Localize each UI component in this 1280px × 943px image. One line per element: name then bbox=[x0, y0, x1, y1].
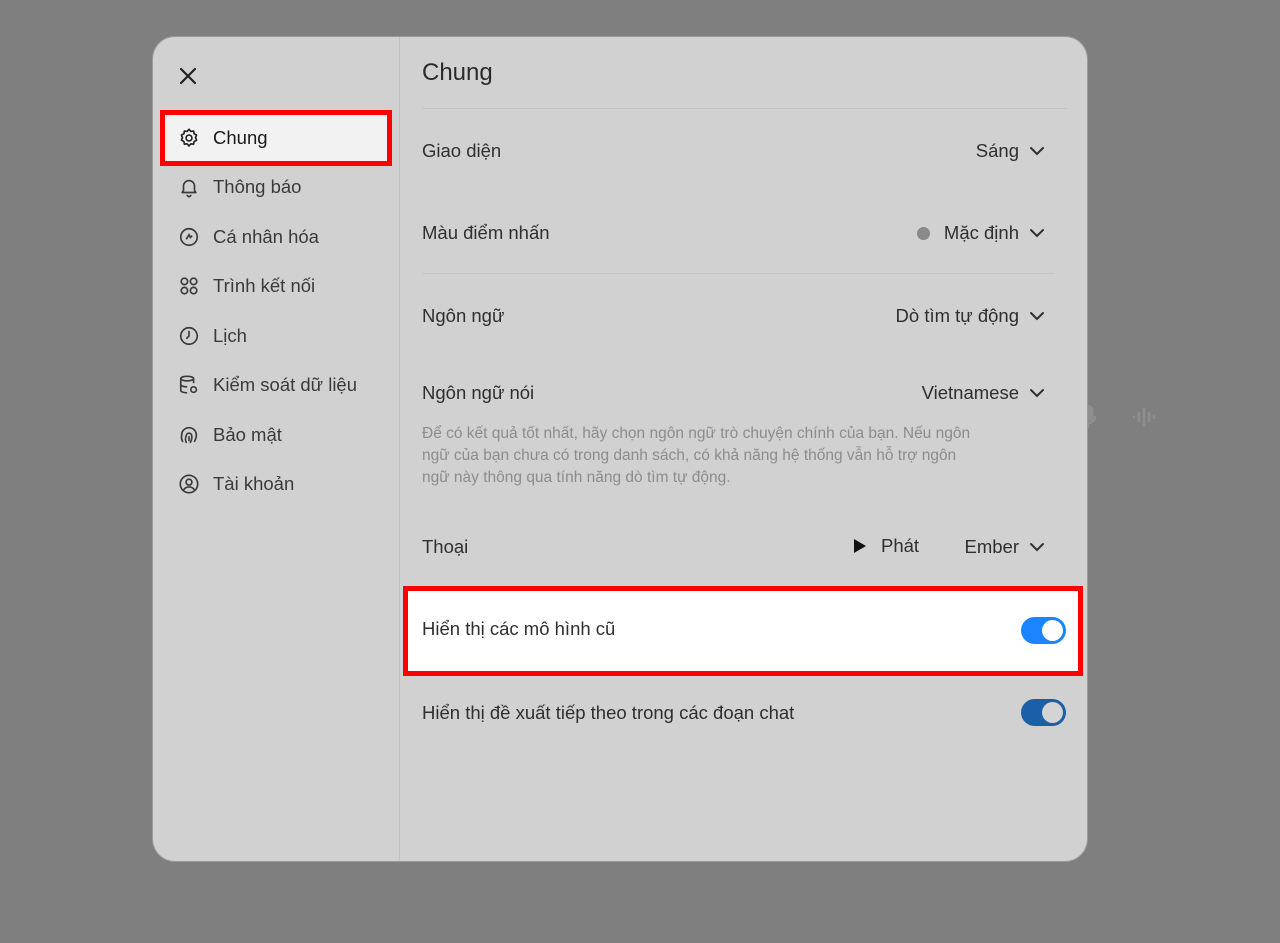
divider bbox=[422, 108, 1067, 109]
page-title: Chung bbox=[422, 59, 493, 86]
bell-icon bbox=[177, 175, 201, 199]
follow-up-toggle[interactable] bbox=[1021, 699, 1066, 726]
spoken-language-helper: Để có kết quả tốt nhất, hãy chọn ngôn ng… bbox=[422, 425, 971, 486]
sidebar-item-chung[interactable]: Chung bbox=[160, 110, 392, 166]
database-icon bbox=[177, 373, 201, 397]
settings-content: Chung Giao diện Sáng Màu điểm nhấn Mặc đ… bbox=[401, 37, 1087, 861]
legacy-models-label: Hiển thị các mô hình cũ bbox=[422, 618, 616, 639]
divider bbox=[422, 273, 1054, 274]
sidebar-item-trinh-ket-noi[interactable]: Trình kết nối bbox=[163, 262, 391, 312]
language-dropdown[interactable]: Dò tìm tự động bbox=[896, 305, 1045, 327]
gear-icon bbox=[177, 126, 201, 150]
fingerprint-icon bbox=[177, 423, 201, 447]
sidebar-item-label: Lịch bbox=[213, 324, 247, 346]
theme-dropdown[interactable]: Sáng bbox=[976, 140, 1045, 162]
voice-dropdown[interactable]: Ember bbox=[965, 536, 1046, 558]
close-icon bbox=[179, 67, 197, 85]
sidebar-item-label: Kiểm soát dữ liệu bbox=[213, 374, 358, 396]
user-circle-icon bbox=[177, 472, 201, 496]
chevron-down-icon bbox=[1029, 385, 1045, 401]
sidebar-item-label: Chung bbox=[213, 126, 268, 148]
voice-label: Thoại bbox=[422, 536, 469, 557]
settings-nav: Chung Thông báo Cá nhân hóa Trình kết nố… bbox=[160, 110, 392, 510]
sidebar-item-label: Trình kết nối bbox=[213, 275, 316, 297]
play-icon bbox=[854, 539, 866, 553]
waveform-icon bbox=[1127, 400, 1163, 434]
clock-icon bbox=[177, 324, 201, 348]
toggle-knob bbox=[1042, 702, 1063, 723]
spoken-language-value: Vietnamese bbox=[921, 382, 1019, 403]
spoken-language-label: Ngôn ngữ nói bbox=[422, 382, 535, 403]
connectors-icon bbox=[177, 274, 201, 298]
chevron-down-icon bbox=[1029, 225, 1045, 241]
voice-value: Ember bbox=[964, 536, 1020, 557]
play-voice-button[interactable]: Phát bbox=[853, 535, 919, 557]
follow-up-label: Hiển thị đề xuất tiếp theo trong các đoạ… bbox=[422, 702, 795, 723]
sidebar-item-lich[interactable]: Lịch bbox=[163, 311, 391, 361]
spoken-language-dropdown[interactable]: Vietnamese bbox=[922, 382, 1045, 404]
sidebar-item-label: Thông báo bbox=[213, 176, 302, 198]
sidebar-item-bao-mat[interactable]: Bảo mật bbox=[163, 410, 391, 460]
legacy-models-row: Hiển thị các mô hình cũ bbox=[403, 586, 1083, 676]
theme-value: Sáng bbox=[975, 140, 1019, 161]
chevron-down-icon bbox=[1029, 539, 1045, 555]
settings-dialog: Chung Thông báo Cá nhân hóa Trình kết nố… bbox=[153, 37, 1087, 861]
chevron-down-icon bbox=[1029, 143, 1045, 159]
sidebar-item-label: Bảo mật bbox=[213, 423, 282, 445]
personalize-icon bbox=[177, 225, 201, 249]
theme-label: Giao diện bbox=[422, 140, 502, 161]
sidebar-item-tai-khoan[interactable]: Tài khoản bbox=[163, 460, 391, 510]
legacy-models-toggle[interactable] bbox=[1021, 617, 1066, 644]
sidebar-item-ca-nhan-hoa[interactable]: Cá nhân hóa bbox=[163, 212, 391, 262]
close-button[interactable] bbox=[175, 63, 201, 89]
sidebar-item-label: Cá nhân hóa bbox=[213, 225, 319, 247]
sidebar-item-kiem-soat-du-lieu[interactable]: Kiểm soát dữ liệu bbox=[163, 361, 391, 411]
language-label: Ngôn ngữ bbox=[422, 305, 505, 326]
sidebar-item-thong-bao[interactable]: Thông báo bbox=[163, 163, 391, 213]
settings-sidebar: Chung Thông báo Cá nhân hóa Trình kết nố… bbox=[153, 37, 400, 861]
language-value: Dò tìm tự động bbox=[895, 305, 1019, 326]
accent-value: Mặc định bbox=[943, 222, 1019, 243]
accent-label: Màu điểm nhấn bbox=[422, 222, 550, 243]
toggle-knob bbox=[1042, 620, 1063, 641]
accent-color-dot bbox=[916, 226, 930, 240]
chevron-down-icon bbox=[1029, 308, 1045, 324]
play-label: Phát bbox=[881, 535, 920, 556]
sidebar-item-label: Tài khoản bbox=[213, 473, 295, 495]
accent-dropdown[interactable]: Mặc định bbox=[916, 222, 1045, 244]
